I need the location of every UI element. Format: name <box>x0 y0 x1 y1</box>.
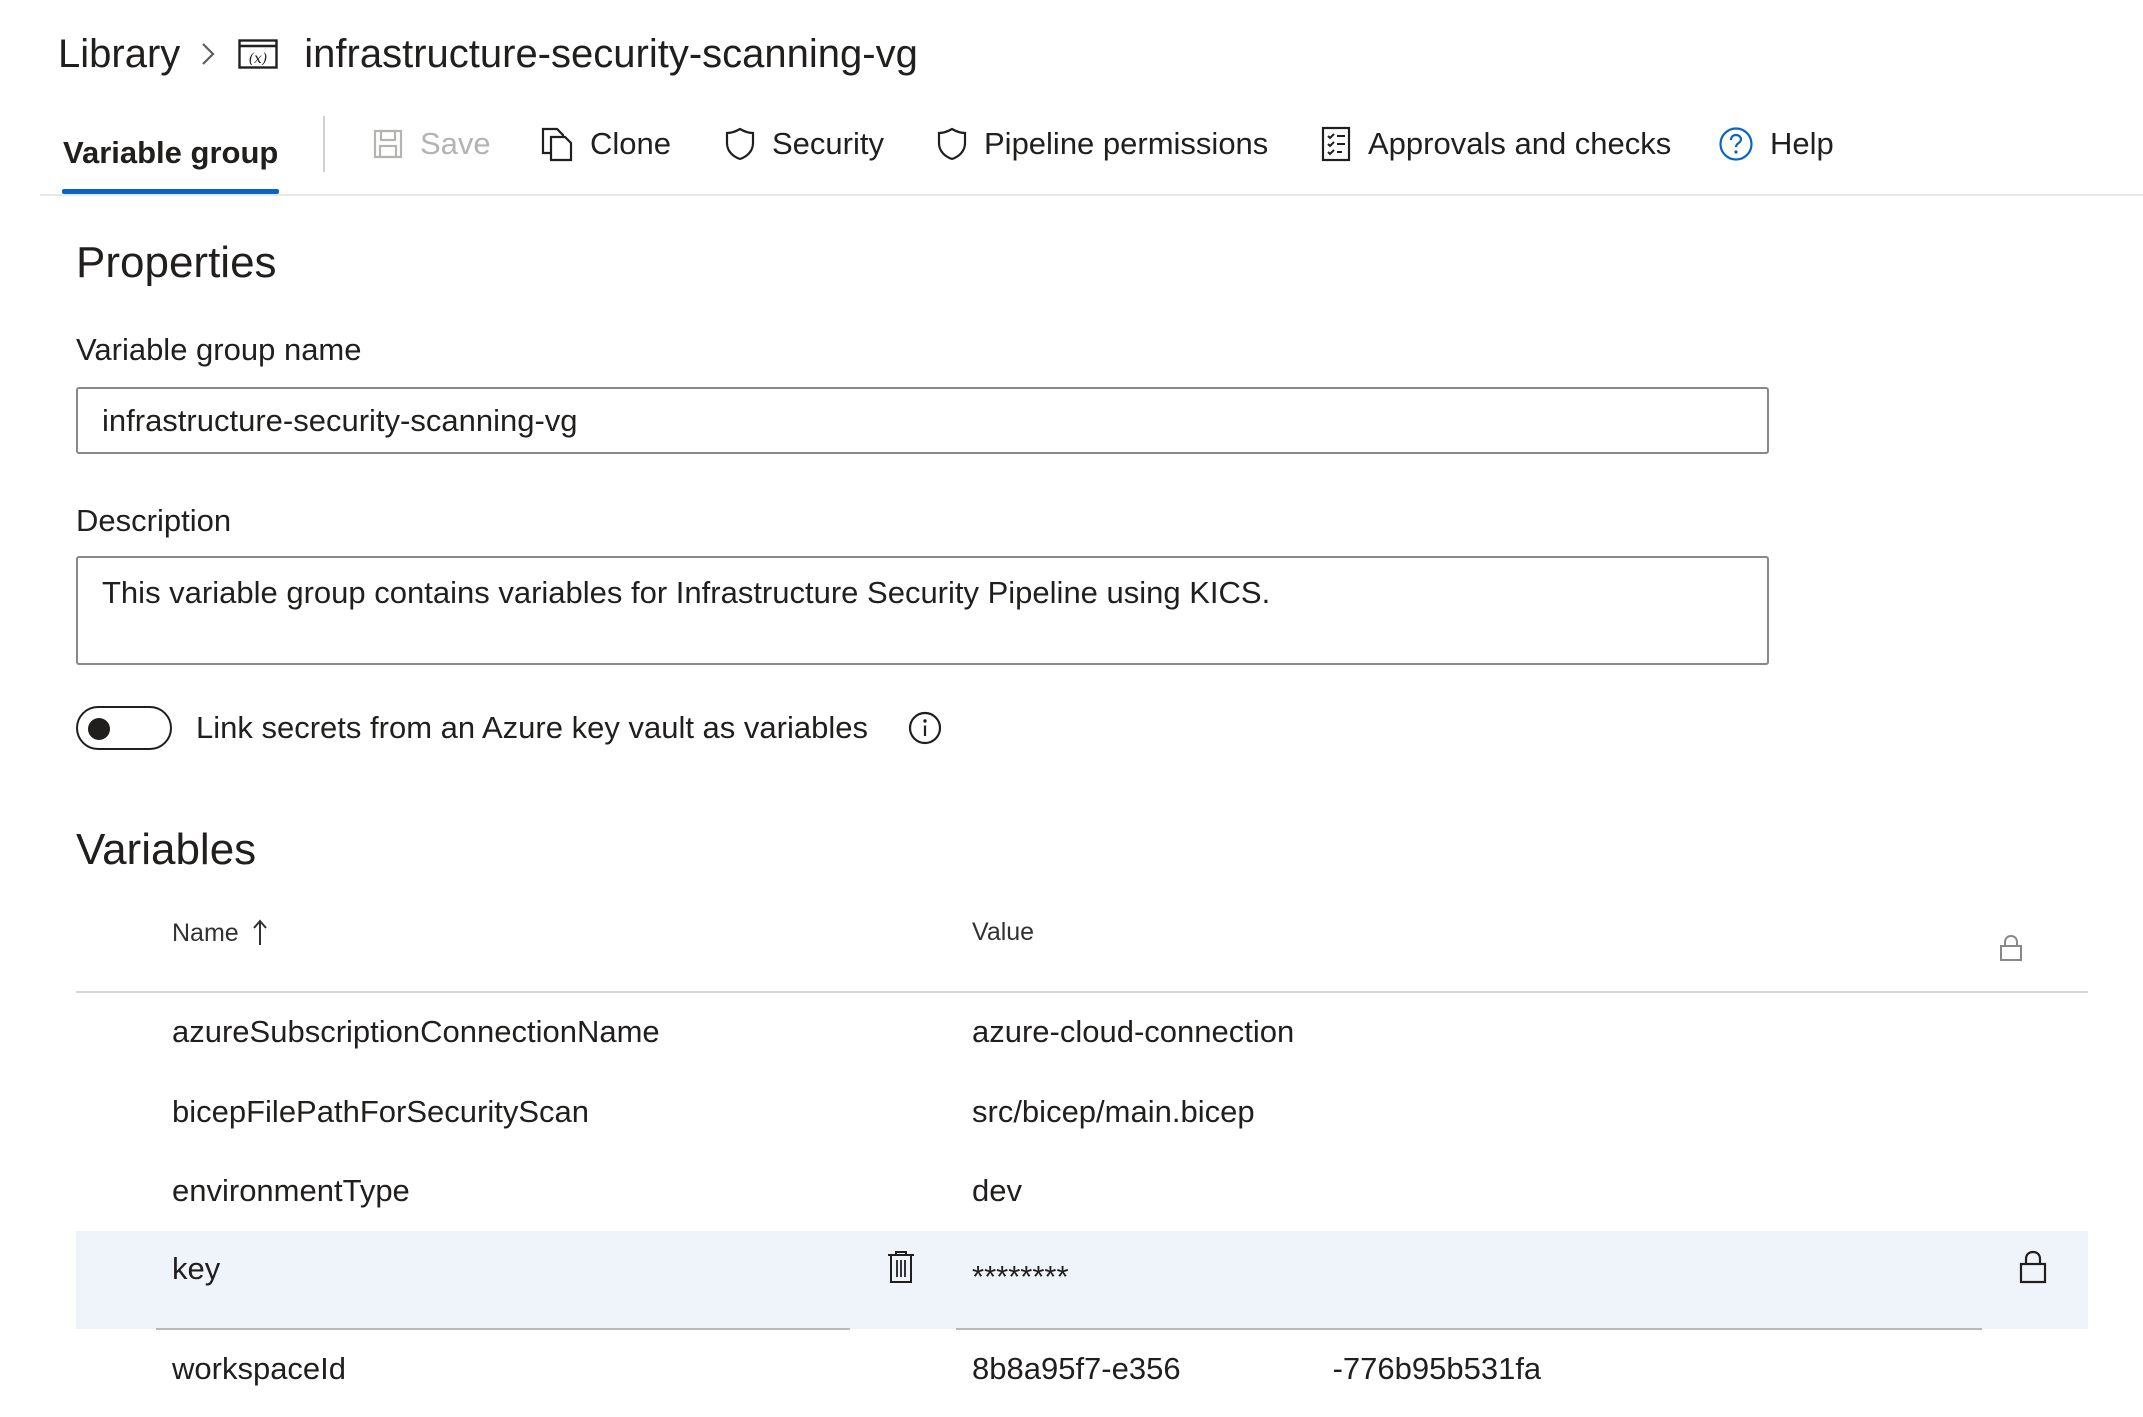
security-button[interactable]: Security <box>724 112 884 176</box>
help-icon <box>1718 126 1754 162</box>
clone-button[interactable]: Clone <box>540 112 671 176</box>
description-textarea[interactable]: This variable group contains variables f… <box>76 556 1769 665</box>
value-field-underline <box>956 1328 1982 1330</box>
delete-icon[interactable] <box>886 1249 916 1285</box>
pipeline-permissions-button[interactable]: Pipeline permissions <box>936 112 1268 176</box>
variable-group-name-label: Variable group name <box>76 332 362 367</box>
clone-label: Clone <box>590 126 671 161</box>
approvals-label: Approvals and checks <box>1368 126 1672 161</box>
variable-value-input[interactable]: ******** <box>972 1259 1069 1295</box>
table-row[interactable]: bicepFilePathForSecurityScan src/bicep/m… <box>76 1072 2088 1152</box>
breadcrumb-library-link[interactable]: Library <box>58 32 180 77</box>
variable-value: src/bicep/main.bicep <box>972 1094 1255 1129</box>
security-label: Security <box>772 126 884 161</box>
keyvault-toggle[interactable] <box>76 706 172 750</box>
sort-ascending-icon <box>251 918 269 948</box>
value-end: -776b95b531fa <box>1332 1351 1542 1386</box>
properties-heading: Properties <box>76 238 277 287</box>
value-start: 8b8a95f7-e356 <box>972 1351 1181 1386</box>
description-label: Description <box>76 503 232 538</box>
chevron-right-icon <box>200 40 216 68</box>
info-icon[interactable] <box>908 711 942 745</box>
toggle-knob <box>88 718 110 740</box>
column-header-name[interactable]: Name <box>172 918 269 948</box>
variable-group-name-input[interactable] <box>76 387 1769 454</box>
save-icon <box>372 128 404 160</box>
svg-text:(x): (x) <box>249 51 268 67</box>
pipeline-permissions-label: Pipeline permissions <box>984 126 1269 161</box>
variable-name: bicepFilePathForSecurityScan <box>172 1094 589 1129</box>
table-row[interactable]: azureSubscriptionConnectionName azure-cl… <box>76 992 2088 1072</box>
table-row[interactable]: workspaceId 8b8a95f7-e356 -776b95b531fa <box>76 1331 2088 1411</box>
breadcrumb: Library (x) infrastructure-security-scan… <box>58 26 918 82</box>
help-label: Help <box>1770 126 1834 161</box>
approvals-and-checks-button[interactable]: Approvals and checks <box>1320 112 1671 176</box>
clone-icon <box>540 126 574 162</box>
variable-value: 8b8a95f7-e356 -776b95b531fa <box>972 1351 1541 1387</box>
toolbar-divider <box>323 116 325 172</box>
checklist-icon <box>1320 125 1352 163</box>
variable-name-input[interactable]: key <box>172 1251 220 1287</box>
toolbar: Variable group Save Clone Security Pipel… <box>40 112 2143 196</box>
variable-name: environmentType <box>172 1173 410 1208</box>
variable-value: azure-cloud-connection <box>972 1014 1295 1049</box>
name-field-underline <box>156 1328 850 1330</box>
shield-icon <box>724 127 756 161</box>
keyvault-toggle-row: Link secrets from an Azure key vault as … <box>76 704 942 752</box>
variable-name: workspaceId <box>172 1351 347 1386</box>
save-button[interactable]: Save <box>372 112 491 176</box>
keyvault-toggle-label: Link secrets from an Azure key vault as … <box>196 710 868 745</box>
lock-toggle-icon[interactable] <box>2018 1249 2048 1285</box>
tab-variable-group[interactable]: Variable group <box>62 112 280 194</box>
variable-value: dev <box>972 1173 1022 1208</box>
variable-name: azureSubscriptionConnectionName <box>172 1014 660 1049</box>
shield-icon <box>936 127 968 161</box>
breadcrumb-current: infrastructure-security-scanning-vg <box>304 31 918 76</box>
column-header-value: Value <box>972 918 1035 946</box>
table-row-selected[interactable]: key ******** <box>76 1231 2088 1329</box>
save-label: Save <box>420 126 491 161</box>
column-header-name-label: Name <box>172 918 239 947</box>
variables-heading: Variables <box>76 825 257 874</box>
variable-group-icon: (x) <box>238 38 278 70</box>
lock-icon <box>1999 934 2023 962</box>
table-row[interactable]: environmentType dev <box>76 1151 2088 1231</box>
help-button[interactable]: Help <box>1718 112 1834 176</box>
